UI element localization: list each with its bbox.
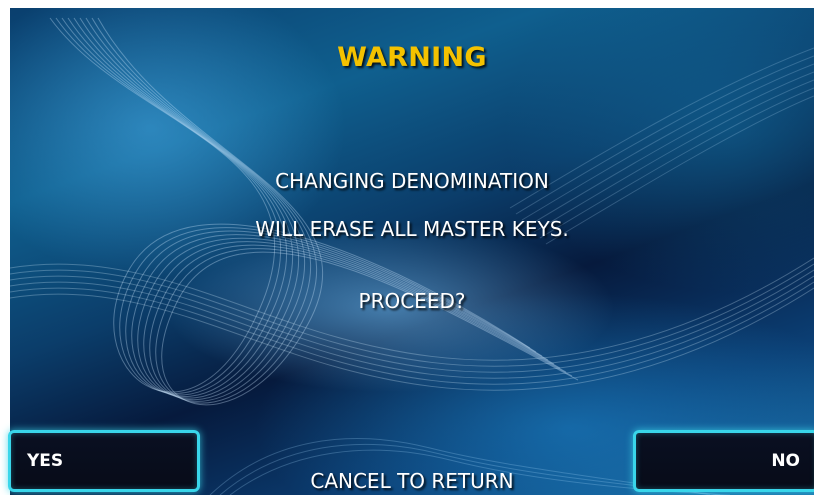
proceed-prompt: PROCEED? xyxy=(358,289,466,313)
atm-screen: WARNING CHANGING DENOMINATION WILL ERASE… xyxy=(10,8,814,495)
message-line-2: WILL ERASE ALL MASTER KEYS. xyxy=(255,217,569,241)
no-button-label: NO xyxy=(771,451,800,471)
background-waves xyxy=(10,17,814,495)
warning-title: WARNING xyxy=(337,42,487,73)
no-button[interactable]: NO xyxy=(633,430,814,492)
atm-frame: WARNING CHANGING DENOMINATION WILL ERASE… xyxy=(0,0,814,495)
yes-button[interactable]: YES xyxy=(8,430,200,492)
message-line-1: CHANGING DENOMINATION xyxy=(275,169,549,193)
yes-button-label: YES xyxy=(27,451,64,471)
